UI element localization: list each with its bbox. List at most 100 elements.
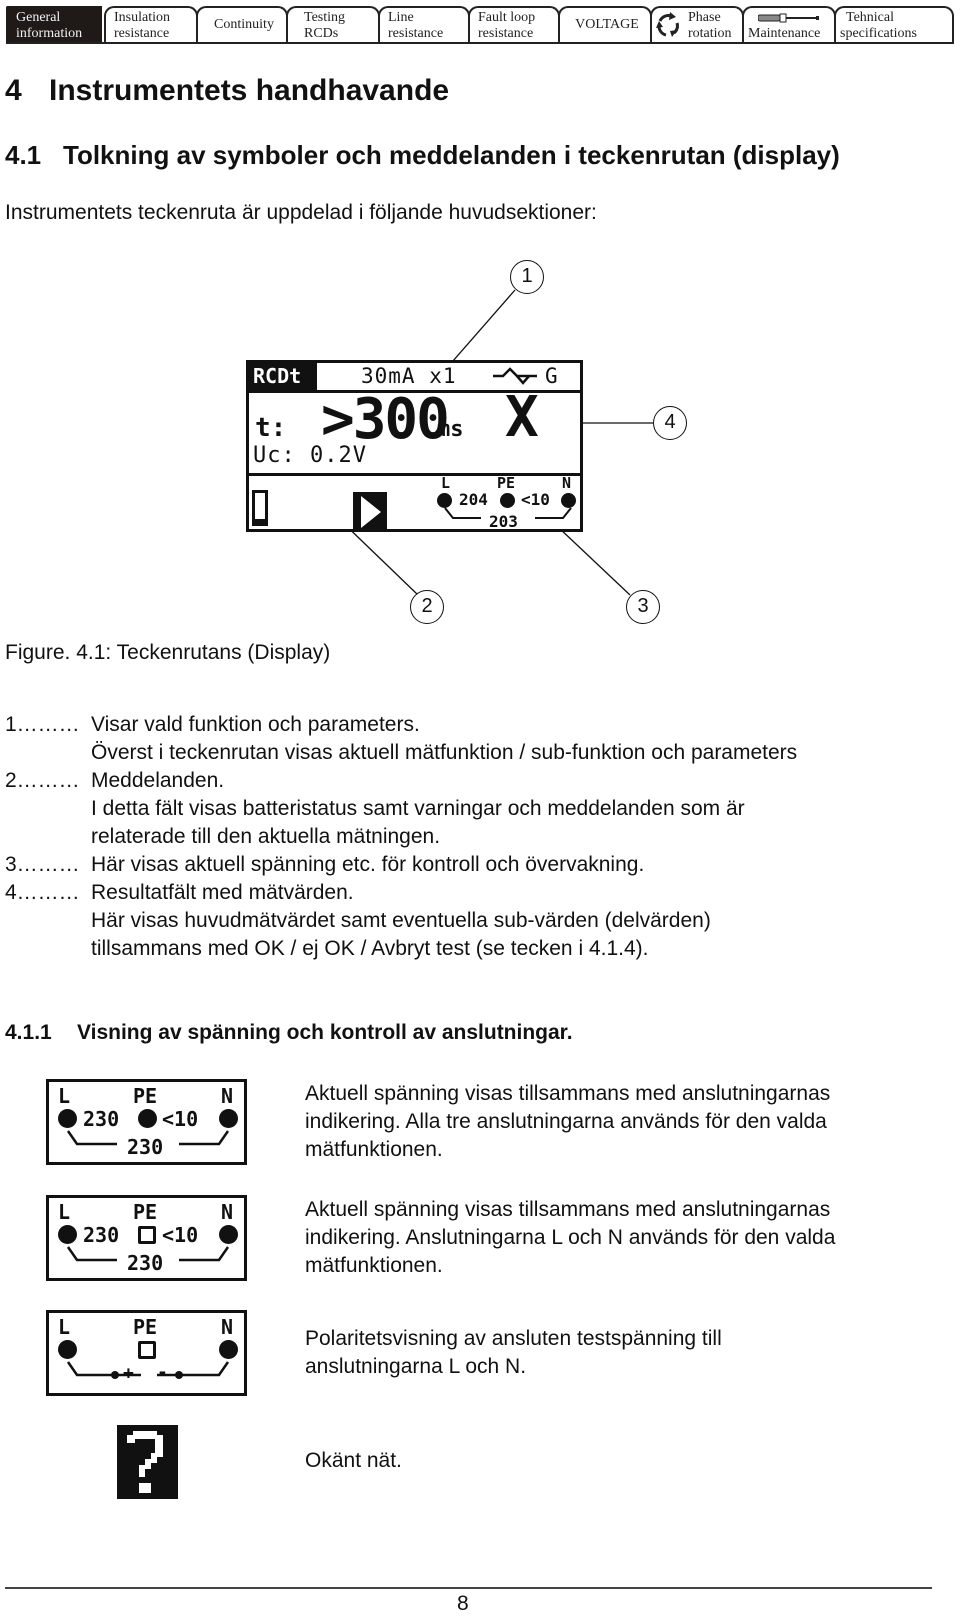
lcd-parameters: 30mA x1 xyxy=(361,364,457,388)
polarity-node-l xyxy=(111,1371,119,1379)
figure-caption: Figure. 4.1: Teckenrutans (Display) xyxy=(5,641,331,664)
polarity-plus: + xyxy=(123,1363,134,1384)
chapter-title: Instrumentets handhavande xyxy=(49,74,450,107)
terminal-link-lines xyxy=(444,507,572,519)
indicator-description: Aktuell spänning visas tillsammans med a… xyxy=(305,1196,945,1280)
list-item-body: relaterade till den aktuella mätningen. xyxy=(91,825,441,848)
phase-rotation-icon xyxy=(655,12,681,38)
description-line: indikering. Anslutningarna L och N använ… xyxy=(305,1226,836,1249)
tab-label-line1: General xyxy=(16,10,61,25)
list-item: 1……… Visar vald funktion och parameters. xyxy=(5,711,945,739)
description-line: Polaritetsvisning av ansluten testspänni… xyxy=(305,1327,722,1350)
lcd-display: RCDt 30mA x1 G t: >300 ms X Uc: 0.2V L P… xyxy=(246,360,583,532)
chapter-heading: 4 Instrumentets handhavande xyxy=(5,74,449,108)
description-line: mätfunktionen. xyxy=(305,1254,443,1277)
indicator-panel-polarity: L PE N + - xyxy=(46,1310,247,1396)
subsection-title: Visning av spänning och kontroll av ansl… xyxy=(77,1021,573,1044)
callout-2: 2 xyxy=(410,590,444,624)
intro-paragraph: Instrumentets teckenruta är uppdelad i f… xyxy=(5,201,597,224)
indicator-panel-all-terminals: L PE N 230 <10 230 xyxy=(46,1079,247,1165)
tab-line-resistance[interactable]: Line resistance xyxy=(378,6,470,42)
tab-voltage[interactable]: VOLTAGE xyxy=(558,6,652,42)
tab-maintenance[interactable]: Maintenance xyxy=(742,6,836,42)
start-arrow-icon xyxy=(353,492,387,532)
description-line: mätfunktionen. xyxy=(305,1138,443,1161)
tab-general-information[interactable]: General information xyxy=(6,6,102,42)
subsection-heading: 4.1.1 Visning av spänning och kontroll av… xyxy=(5,1021,573,1045)
subsection-number: 4.1.1 xyxy=(5,1021,52,1044)
tab-label-line1: Insulation xyxy=(114,10,170,25)
list-item-title: Visar vald funktion och parameters. xyxy=(91,713,420,736)
description-line: indikering. Alla tre anslutningarna anvä… xyxy=(305,1110,827,1133)
polarity-minus: - xyxy=(157,1362,168,1383)
list-item: 4……… Resultatfält med mätvärden. xyxy=(5,879,945,907)
terminal-link-lines xyxy=(66,1130,230,1146)
indicator-panel-l-n-only: L PE N 230 <10 230 xyxy=(46,1195,247,1281)
terminal-n-label: N xyxy=(562,474,572,492)
section-heading: 4.1 Tolkning av symboler och meddelanden … xyxy=(5,140,840,171)
list-item-title: Resultatfält med mätvärden. xyxy=(91,881,354,904)
tab-label: VOLTAGE xyxy=(575,17,639,32)
tab-label-line2: resistance xyxy=(114,26,170,41)
tab-testing-rcds[interactable]: Testing RCDs xyxy=(286,6,380,42)
section-number: 4.1 xyxy=(5,140,42,170)
footer-divider xyxy=(5,1587,932,1589)
lcd-rcd-type: G xyxy=(545,364,558,388)
list-item-title: Meddelanden. xyxy=(91,769,225,792)
list-item-number: 4……… xyxy=(5,881,80,904)
list-item: 2……… Meddelanden. xyxy=(5,767,945,795)
description-line: anslutningarna L och N. xyxy=(305,1355,527,1378)
callout-3: 3 xyxy=(626,590,660,624)
description-line: Okänt nät. xyxy=(305,1449,402,1472)
tab-fault-loop-resistance[interactable]: Fault loop resistance xyxy=(468,6,560,42)
tab-label-line1: Fault loop xyxy=(478,10,536,25)
page-number: 8 xyxy=(457,1592,469,1615)
callout-1: 1 xyxy=(510,260,544,294)
terminal-pe-label: PE xyxy=(497,474,516,492)
description-line: Aktuell spänning visas tillsammans med a… xyxy=(305,1082,831,1105)
tab-label: Continuity xyxy=(214,17,274,32)
lcd-function-label: RCDt xyxy=(249,363,317,390)
section-title: Tolkning av symboler och meddelanden i t… xyxy=(63,140,840,170)
list-item-number: 1……… xyxy=(5,713,80,736)
polarity-node-n xyxy=(175,1371,183,1379)
tab-label-line1: Testing xyxy=(304,10,346,25)
tab-label-line2: information xyxy=(16,26,83,41)
tab-label-line1: Phase xyxy=(688,10,721,25)
battery-icon xyxy=(252,490,268,526)
list-item-title: Här visas aktuell spänning etc. för kont… xyxy=(91,853,645,876)
indicator-description: Okänt nät. xyxy=(305,1447,945,1475)
list-item-number: 3……… xyxy=(5,853,80,876)
tab-label-line2: specifications xyxy=(840,26,917,41)
list-item: 3……… Här visas aktuell spänning etc. för… xyxy=(5,851,945,879)
tab-continuity[interactable]: Continuity xyxy=(196,6,288,42)
lcd-message-row: L PE N 204 <10 203 xyxy=(249,473,580,535)
list-item-body: Här visas huvudmätvärdet samt eventuella… xyxy=(91,909,711,932)
lcd-unit: ms xyxy=(437,417,464,442)
display-sections-list: 1……… Visar vald funktion och parameters.… xyxy=(5,711,945,963)
indicator-description: Aktuell spänning visas tillsammans med a… xyxy=(305,1080,945,1164)
terminal-link-lines xyxy=(66,1246,230,1262)
list-item-body: I detta fält visas batteristatus samt va… xyxy=(91,797,745,820)
tab-technical-specifications[interactable]: Tehnical specifications xyxy=(834,6,954,42)
terminal-l-label: L xyxy=(441,474,451,492)
callout-4: 4 xyxy=(653,406,687,440)
indicator-description: Polaritetsvisning av ansluten testspänni… xyxy=(305,1325,945,1381)
chapter-tab-strip: General information Insulation resistanc… xyxy=(6,4,954,44)
tab-label-line2: Maintenance xyxy=(748,26,821,41)
list-item-body: Överst i teckenrutan visas aktuell mätfu… xyxy=(91,741,798,764)
tab-label-line2: resistance xyxy=(478,26,534,41)
unknown-network-icon xyxy=(117,1425,178,1499)
polarity-link-lines xyxy=(66,1361,230,1379)
tab-label-line1: Line xyxy=(388,10,414,25)
tab-label-line2: resistance xyxy=(388,26,444,41)
list-item-body: tillsammans med OK / ej OK / Avbryt test… xyxy=(91,937,649,960)
tab-insulation-resistance[interactable]: Insulation resistance xyxy=(104,6,198,42)
list-item-number: 2……… xyxy=(5,769,80,792)
description-line: Aktuell spänning visas tillsammans med a… xyxy=(305,1198,831,1221)
tab-phase-rotation[interactable]: Phase rotation xyxy=(650,6,744,42)
tab-label-line1: Tehnical xyxy=(846,10,894,25)
tab-label-line2: rotation xyxy=(688,26,732,41)
screwdriver-icon xyxy=(757,10,820,26)
lcd-t-label: t: xyxy=(255,413,287,443)
